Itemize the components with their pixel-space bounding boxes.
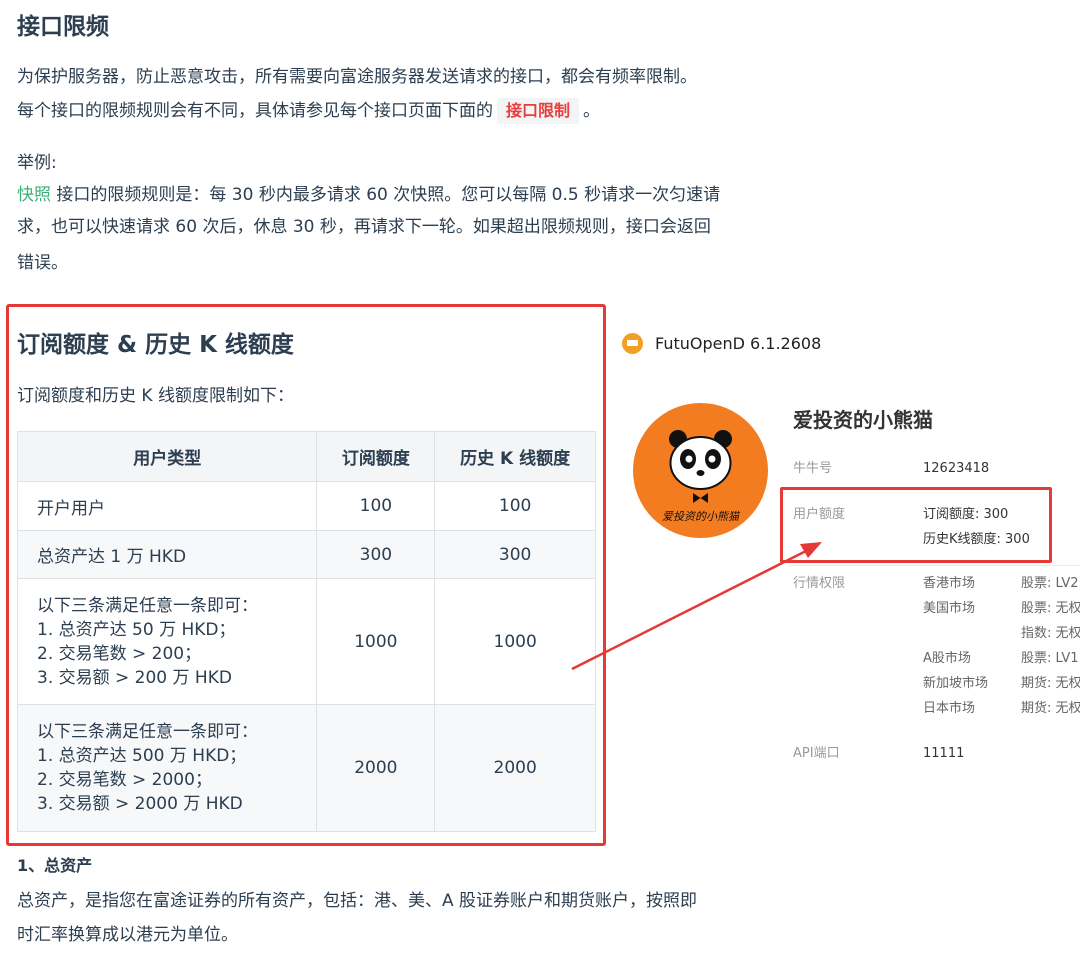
annotation-arrow-icon [571, 542, 822, 671]
